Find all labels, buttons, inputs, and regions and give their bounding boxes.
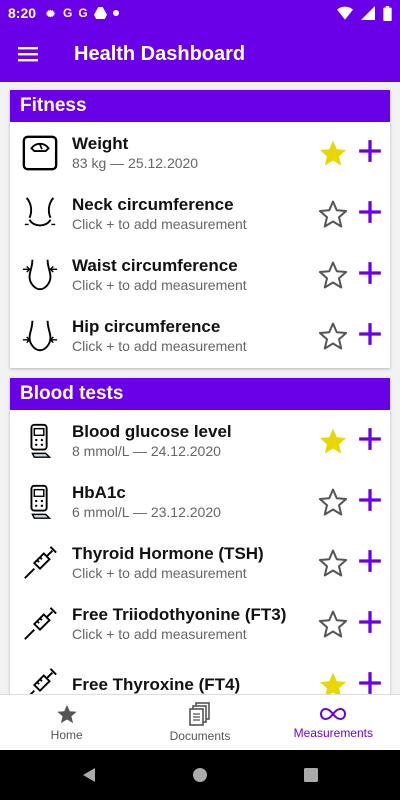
list-item-hip[interactable]: Hip circumference Click + to add measure… <box>10 305 390 366</box>
section-header: Blood tests <box>10 378 390 410</box>
home-icon[interactable] <box>192 767 208 783</box>
google-icon: G <box>63 6 73 20</box>
section-card-blood-tests: Blood tests Blood glucose level 8 mmol/L… <box>10 378 390 694</box>
nav-label: Home <box>50 728 83 742</box>
scale-icon <box>20 133 60 173</box>
add-measurement-button[interactable] <box>357 487 383 513</box>
nav-label: Documents <box>169 729 231 743</box>
list-item-ft4[interactable]: Free Thyroxine (FT4) <box>10 654 390 694</box>
google-icon: G <box>78 6 88 20</box>
battery-icon <box>383 5 392 21</box>
list-item-tsh[interactable]: Thyroid Hormone (TSH) Click + to add mea… <box>10 532 390 593</box>
favorite-star-icon[interactable] <box>318 548 348 578</box>
page-title: Health Dashboard <box>74 42 246 65</box>
dot-icon <box>112 10 119 16</box>
nav-label: Measurements <box>293 726 373 740</box>
notification-icons: G G <box>44 6 119 20</box>
gear-icon <box>45 9 56 17</box>
favorite-star-icon[interactable] <box>318 609 348 639</box>
add-measurement-button[interactable] <box>357 548 383 574</box>
hamburger-icon <box>18 47 38 62</box>
waist-icon <box>20 255 60 295</box>
documents-icon <box>189 702 210 726</box>
add-measurement-button[interactable] <box>357 426 383 452</box>
system-navigation-bar <box>0 750 400 800</box>
infinity-icon <box>320 707 347 721</box>
list-item-neck[interactable]: Neck circumference Click + to add measur… <box>10 183 390 244</box>
list-item-ft3[interactable]: Free Triiodothyonine (FT3) Click + to ad… <box>10 593 390 654</box>
section-header: Fitness <box>10 90 390 122</box>
syringe-icon <box>20 543 60 583</box>
add-measurement-button[interactable] <box>357 260 383 286</box>
syringe-icon <box>20 604 60 644</box>
syringe-icon <box>20 665 60 694</box>
add-measurement-button[interactable] <box>357 199 383 225</box>
nav-measurements[interactable]: Measurements <box>267 695 400 750</box>
list-item-weight[interactable]: Weight 83 kg — 25.12.2020 <box>10 122 390 183</box>
hip-icon <box>20 316 60 356</box>
favorite-star-icon[interactable] <box>318 199 348 229</box>
status-bar: 8:20 G G <box>0 0 400 26</box>
wifi-icon <box>337 6 353 20</box>
neck-icon <box>20 194 60 234</box>
glucometer-icon <box>20 421 60 461</box>
list-item-waist[interactable]: Waist circumference Click + to add measu… <box>10 244 390 305</box>
measurements-list[interactable]: Fitness Weight 83 kg — 25.12.2020 Neck c… <box>0 82 400 694</box>
back-icon[interactable] <box>81 767 97 783</box>
add-measurement-button[interactable] <box>357 670 383 694</box>
add-measurement-button[interactable] <box>357 321 383 347</box>
nav-home[interactable]: Home <box>0 695 133 750</box>
list-item-hba1c[interactable]: HbA1c 6 mmol/L — 23.12.2020 <box>10 471 390 532</box>
section-card-fitness: Fitness Weight 83 kg — 25.12.2020 Neck c… <box>10 90 390 368</box>
glucometer-icon <box>20 482 60 522</box>
favorite-star-icon[interactable] <box>318 426 348 456</box>
star-icon <box>57 704 77 724</box>
signal-icon <box>361 6 375 20</box>
app-bar: Health Dashboard <box>0 26 400 82</box>
favorite-star-icon[interactable] <box>318 487 348 517</box>
status-time: 8:20 <box>8 5 37 21</box>
list-item-blood-glucose[interactable]: Blood glucose level 8 mmol/L — 24.12.202… <box>10 410 390 471</box>
add-measurement-button[interactable] <box>357 609 383 635</box>
drive-icon <box>93 7 107 19</box>
favorite-star-icon[interactable] <box>318 670 348 694</box>
menu-button[interactable] <box>0 26 56 82</box>
nav-documents[interactable]: Documents <box>133 695 266 750</box>
favorite-star-icon[interactable] <box>318 138 348 168</box>
favorite-star-icon[interactable] <box>318 321 348 351</box>
bottom-navigation: Home Documents Measurements <box>0 694 400 750</box>
recents-icon[interactable] <box>303 767 319 783</box>
add-measurement-button[interactable] <box>357 138 383 164</box>
favorite-star-icon[interactable] <box>318 260 348 290</box>
